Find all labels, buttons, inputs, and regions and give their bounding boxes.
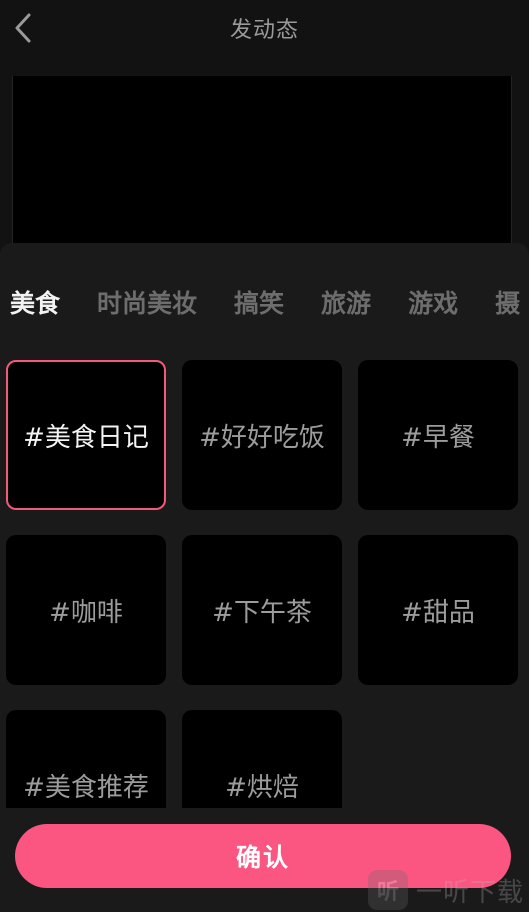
topic-tag-label: #下午茶	[212, 597, 312, 628]
tab-photography[interactable]: 摄	[495, 283, 520, 325]
watermark-text: 一听下载	[416, 877, 525, 908]
topic-tag-food-diary[interactable]: #美食日记	[6, 360, 166, 510]
topic-tag-afternoon-tea[interactable]: #下午茶	[182, 535, 342, 685]
topic-tag-label: #美食日记	[23, 422, 149, 453]
tab-travel[interactable]: 旅游	[321, 283, 371, 325]
post-dynamic-screen: 发动态 美食 时尚美妆 搞笑 旅游 游戏 摄 #美食日记 #好好吃饭 #早餐 #…	[0, 0, 529, 912]
tab-games[interactable]: 游戏	[408, 283, 458, 325]
topic-tag-coffee[interactable]: #咖啡	[6, 535, 166, 685]
tab-funny[interactable]: 搞笑	[234, 283, 284, 325]
chevron-left-icon	[15, 13, 31, 43]
topic-tag-label: #美食推荐	[23, 772, 149, 803]
back-button[interactable]	[6, 10, 40, 46]
confirm-button-label: 确认	[235, 843, 290, 872]
watermark: 听 一听下载	[368, 868, 524, 912]
topic-tag-label: #咖啡	[49, 597, 123, 628]
topic-grid: #美食日记 #好好吃饭 #早餐 #咖啡 #下午茶 #甜品 #美食推荐 #烘焙	[6, 360, 522, 860]
watermark-logo-icon: 听	[368, 870, 408, 910]
header-bar: 发动态	[0, 0, 529, 58]
category-tabs: 美食 时尚美妆 搞笑 旅游 游戏 摄	[10, 283, 529, 325]
topic-tag-label: #好好吃饭	[199, 422, 325, 453]
topic-tag-dessert[interactable]: #甜品	[358, 535, 518, 685]
topic-tag-label: #早餐	[401, 422, 475, 453]
tab-fashion-beauty[interactable]: 时尚美妆	[97, 283, 197, 325]
topic-tag-label: #甜品	[401, 597, 475, 628]
post-text-input[interactable]	[12, 76, 512, 246]
tab-food[interactable]: 美食	[10, 283, 60, 325]
topic-tag-label: #烘焙	[225, 772, 299, 803]
topic-tag-eat-well[interactable]: #好好吃饭	[182, 360, 342, 510]
topic-tag-breakfast[interactable]: #早餐	[358, 360, 518, 510]
page-title: 发动态	[229, 18, 299, 43]
